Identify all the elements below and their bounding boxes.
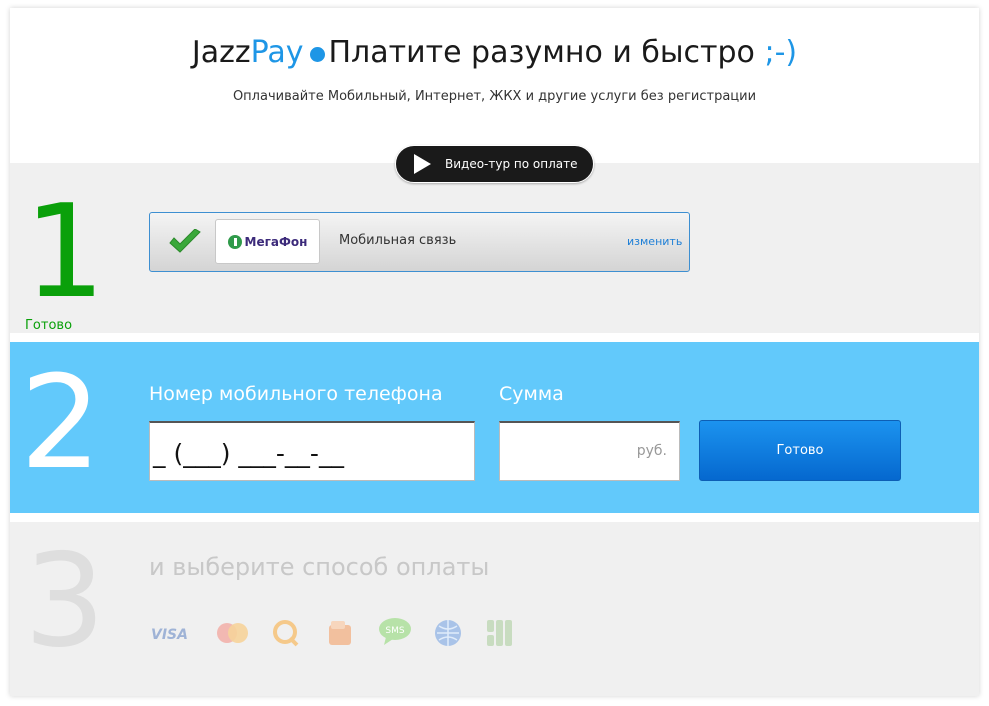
payment-method-label: и выберите способ оплаты [149, 553, 490, 581]
step-1-status: Готово [25, 318, 73, 333]
operator-logo: МегаФон [215, 219, 320, 264]
step-1-panel: Видео-тур по оплате 1 Готово МегаФон Моб… [10, 145, 979, 333]
terminal-icon[interactable] [485, 618, 515, 648]
sum-label: Сумма [499, 383, 564, 405]
megafon-logo-icon [227, 234, 242, 249]
step-3-number: 3 [24, 527, 106, 676]
play-icon [414, 154, 431, 174]
step-2-panel: 2 Номер мобильного телефона Сумма _ (___… [10, 342, 979, 513]
brand-jazz: Jazz [191, 35, 251, 70]
step-1-number: 1 [24, 178, 106, 327]
sum-input[interactable]: руб. [499, 421, 680, 481]
step-3-panel: 3 и выберите способ оплаты VISA SMS [10, 522, 979, 696]
page-title: JazzPay Платите разумно и быстро ;-) [10, 35, 979, 70]
subtitle: Оплачивайте Мобильный, Интернет, ЖКХ и д… [232, 89, 757, 104]
phone-input[interactable]: _ (___) ___-__-__ [149, 421, 475, 481]
mastercard-icon[interactable] [216, 622, 250, 644]
step-2-number: 2 [20, 349, 102, 498]
payment-card: JazzPay Платите разумно и быстро ;-) Опла… [10, 8, 979, 696]
checkmark-icon [169, 229, 201, 253]
webmoney-icon[interactable] [433, 618, 463, 648]
tagline: Платите разумно и быстро [328, 35, 755, 70]
header: JazzPay Платите разумно и быстро ;-) Опла… [10, 8, 979, 163]
wallet-icon[interactable] [327, 619, 353, 647]
operator-service: Мобильная связь [339, 233, 457, 248]
sms-icon-text: SMS [385, 626, 404, 636]
phone-label: Номер мобильного телефона [149, 383, 443, 405]
divider [10, 333, 979, 342]
visa-icon-text: VISA [151, 627, 188, 643]
divider [10, 513, 979, 522]
brand-pay: Pay [250, 35, 304, 70]
change-operator-link[interactable]: изменить [627, 235, 682, 248]
selected-operator: МегаФон Мобильная связь изменить [149, 212, 690, 272]
sms-icon[interactable]: SMS [378, 617, 412, 647]
video-tour-button[interactable]: Видео-тур по оплате [395, 145, 594, 183]
submit-button[interactable]: Готово [699, 420, 901, 481]
video-tour-label: Видео-тур по оплате [445, 157, 578, 171]
currency-label: руб. [636, 443, 667, 459]
visa-icon[interactable]: VISA [150, 625, 190, 643]
qiwi-icon[interactable] [272, 619, 300, 647]
brand-dot-icon [309, 47, 325, 62]
operator-logo-text: МегаФон [244, 234, 308, 249]
smile: ;-) [764, 35, 798, 70]
